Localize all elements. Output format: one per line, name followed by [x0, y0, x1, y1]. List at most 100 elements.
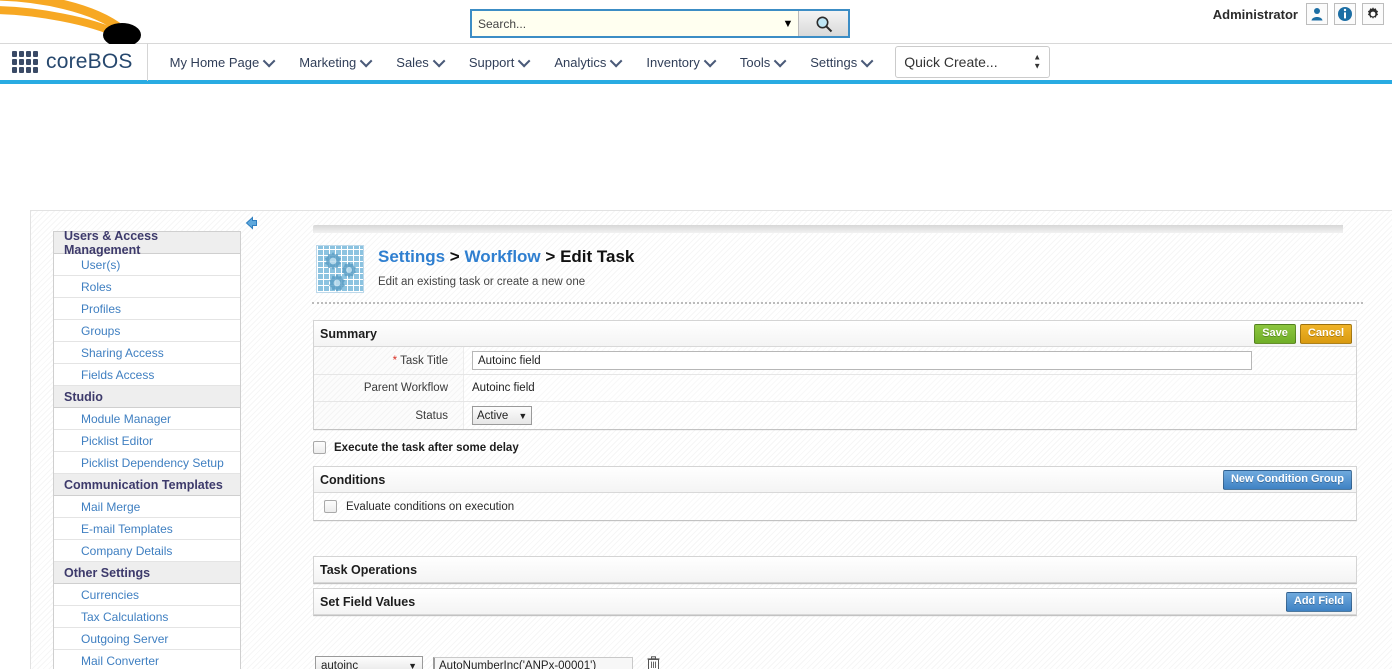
execute-delay-label: Execute the task after some delay — [334, 442, 519, 454]
search-button[interactable] — [798, 11, 848, 36]
nav-label: Marketing — [299, 55, 356, 70]
sidebar-item-currencies[interactable]: Currencies — [54, 584, 240, 606]
chevron-down-icon — [610, 54, 623, 67]
parent-workflow-label: Parent Workflow — [314, 375, 464, 401]
status-select[interactable]: Active ▼ — [472, 406, 532, 425]
breadcrumb-current: Edit Task — [560, 247, 634, 266]
sidebar-item-company-details[interactable]: Company Details — [54, 540, 240, 562]
search-input[interactable] — [472, 11, 778, 36]
nav-divider — [147, 43, 148, 81]
global-search[interactable]: ▼ — [470, 9, 850, 38]
execute-delay-checkbox[interactable] — [313, 441, 326, 454]
breadcrumb-separator: > — [450, 247, 460, 266]
quick-create-select[interactable]: Quick Create... ▲▼ — [895, 46, 1050, 78]
task-title-label-text: Task Title — [400, 355, 448, 367]
sidebar-item-users[interactable]: User(s) — [54, 254, 240, 276]
apps-grid-icon[interactable] — [12, 51, 38, 73]
sidebar-item-picklist-editor[interactable]: Picklist Editor — [54, 430, 240, 452]
breadcrumb: Settings > Workflow > Edit Task Edit an … — [283, 233, 1392, 293]
conditions-card: Conditions New Condition Group Evaluate … — [313, 466, 1357, 521]
sidebar-item-mail-merge[interactable]: Mail Merge — [54, 496, 240, 518]
breadcrumb-separator: > — [545, 247, 555, 266]
task-operations-header: Task Operations — [314, 557, 1356, 583]
summary-actions: Save Cancel — [1254, 324, 1354, 344]
nav-item-support[interactable]: Support — [457, 49, 543, 76]
chevron-down-icon — [774, 54, 787, 67]
nav-label: My Home Page — [170, 55, 260, 70]
breadcrumb-line: Settings > Workflow > Edit Task — [378, 247, 634, 267]
chevron-down-icon: ▼ — [408, 661, 417, 669]
sidebar-item-mail-converter[interactable]: Mail Converter — [54, 650, 240, 669]
chevron-down-icon — [704, 54, 717, 67]
info-icon[interactable] — [1334, 3, 1356, 25]
status-label: Status — [314, 402, 464, 429]
nav-item-inventory[interactable]: Inventory — [634, 49, 727, 76]
summary-title: Summary — [320, 327, 377, 341]
nav-label: Support — [469, 55, 515, 70]
parent-workflow-row: Parent Workflow Autoinc field — [314, 375, 1356, 402]
sidebar-item-outgoing-server[interactable]: Outgoing Server — [54, 628, 240, 650]
field-value-row: autoinc ▼ — [285, 656, 1392, 669]
main-panel: Settings > Workflow > Edit Task Edit an … — [283, 225, 1392, 669]
sidebar-item-fields-access[interactable]: Fields Access — [54, 364, 240, 386]
field-value-input[interactable] — [433, 657, 633, 669]
summary-card-header: Summary Save Cancel — [314, 321, 1356, 347]
required-marker: * — [393, 355, 397, 367]
breadcrumb-workflow-link[interactable]: Workflow — [464, 247, 540, 266]
nav-items: My Home Page Marketing Sales Support Ana… — [158, 49, 886, 76]
nav-item-my-home-page[interactable]: My Home Page — [158, 49, 288, 76]
main-navigation: coreBOS My Home Page Marketing Sales Sup… — [0, 44, 1392, 84]
user-icon[interactable] — [1306, 3, 1328, 25]
sidebar-item-picklist-dependency-setup[interactable]: Picklist Dependency Setup — [54, 452, 240, 474]
gear-icon[interactable] — [1362, 3, 1384, 25]
cancel-button[interactable]: Cancel — [1300, 324, 1352, 344]
summary-card: Summary Save Cancel * Task Title — [313, 320, 1357, 430]
nav-item-analytics[interactable]: Analytics — [542, 49, 634, 76]
nav-label: Analytics — [554, 55, 606, 70]
sidebar-item-roles[interactable]: Roles — [54, 276, 240, 298]
status-row: Status Active ▼ — [314, 402, 1356, 429]
sidebar-item-profiles[interactable]: Profiles — [54, 298, 240, 320]
nav-item-marketing[interactable]: Marketing — [287, 49, 384, 76]
sidebar-item-groups[interactable]: Groups — [54, 320, 240, 342]
breadcrumb-settings-link[interactable]: Settings — [378, 247, 445, 266]
status-value-cell: Active ▼ — [464, 402, 1356, 429]
field-name-select[interactable]: autoinc ▼ — [315, 656, 423, 669]
sidebar-item-email-templates[interactable]: E-mail Templates — [54, 518, 240, 540]
task-title-input[interactable] — [472, 351, 1252, 370]
brand-logo-text[interactable]: coreBOS — [46, 50, 133, 74]
task-title-value-cell — [464, 347, 1356, 374]
nav-item-sales[interactable]: Sales — [384, 49, 457, 76]
nav-item-settings[interactable]: Settings — [798, 49, 885, 76]
set-field-values-header: Set Field Values Add Field — [314, 589, 1356, 615]
execute-delay-row: Execute the task after some delay — [313, 441, 1392, 454]
nav-label: Sales — [396, 55, 429, 70]
admin-label: Administrator — [1213, 7, 1298, 22]
page-subtitle: Edit an existing task or create a new on… — [378, 276, 634, 288]
header-divider — [312, 302, 1363, 304]
add-field-button[interactable]: Add Field — [1286, 592, 1352, 612]
set-field-values-actions: Add Field — [1286, 592, 1354, 612]
nav-item-tools[interactable]: Tools — [728, 49, 798, 76]
search-scope-dropdown-caret[interactable]: ▼ — [778, 11, 798, 36]
spinner-arrows-icon: ▲▼ — [1033, 55, 1041, 70]
conditions-card-header: Conditions New Condition Group — [314, 467, 1356, 493]
chevron-down-icon: ▼ — [518, 411, 527, 421]
sidebar-item-sharing-access[interactable]: Sharing Access — [54, 342, 240, 364]
field-name-select-value: autoinc — [321, 660, 358, 669]
sidebar-group-studio: Studio — [54, 386, 240, 408]
sidebar-collapse-arrow-icon[interactable] — [244, 216, 258, 230]
user-area: Administrator — [1213, 3, 1384, 25]
new-condition-group-button[interactable]: New Condition Group — [1223, 470, 1352, 490]
evaluate-conditions-checkbox[interactable] — [324, 500, 337, 513]
sidebar-item-module-manager[interactable]: Module Manager — [54, 408, 240, 430]
task-title-row: * Task Title — [314, 347, 1356, 375]
sidebar-item-tax-calculations[interactable]: Tax Calculations — [54, 606, 240, 628]
trash-icon[interactable] — [647, 656, 660, 669]
sidebar-group-communication-templates: Communication Templates — [54, 474, 240, 496]
save-button[interactable]: Save — [1254, 324, 1296, 344]
quick-create-label: Quick Create... — [904, 54, 997, 70]
conditions-title: Conditions — [320, 473, 385, 487]
status-select-value: Active — [477, 410, 508, 422]
task-operations-card: Task Operations — [313, 556, 1357, 584]
